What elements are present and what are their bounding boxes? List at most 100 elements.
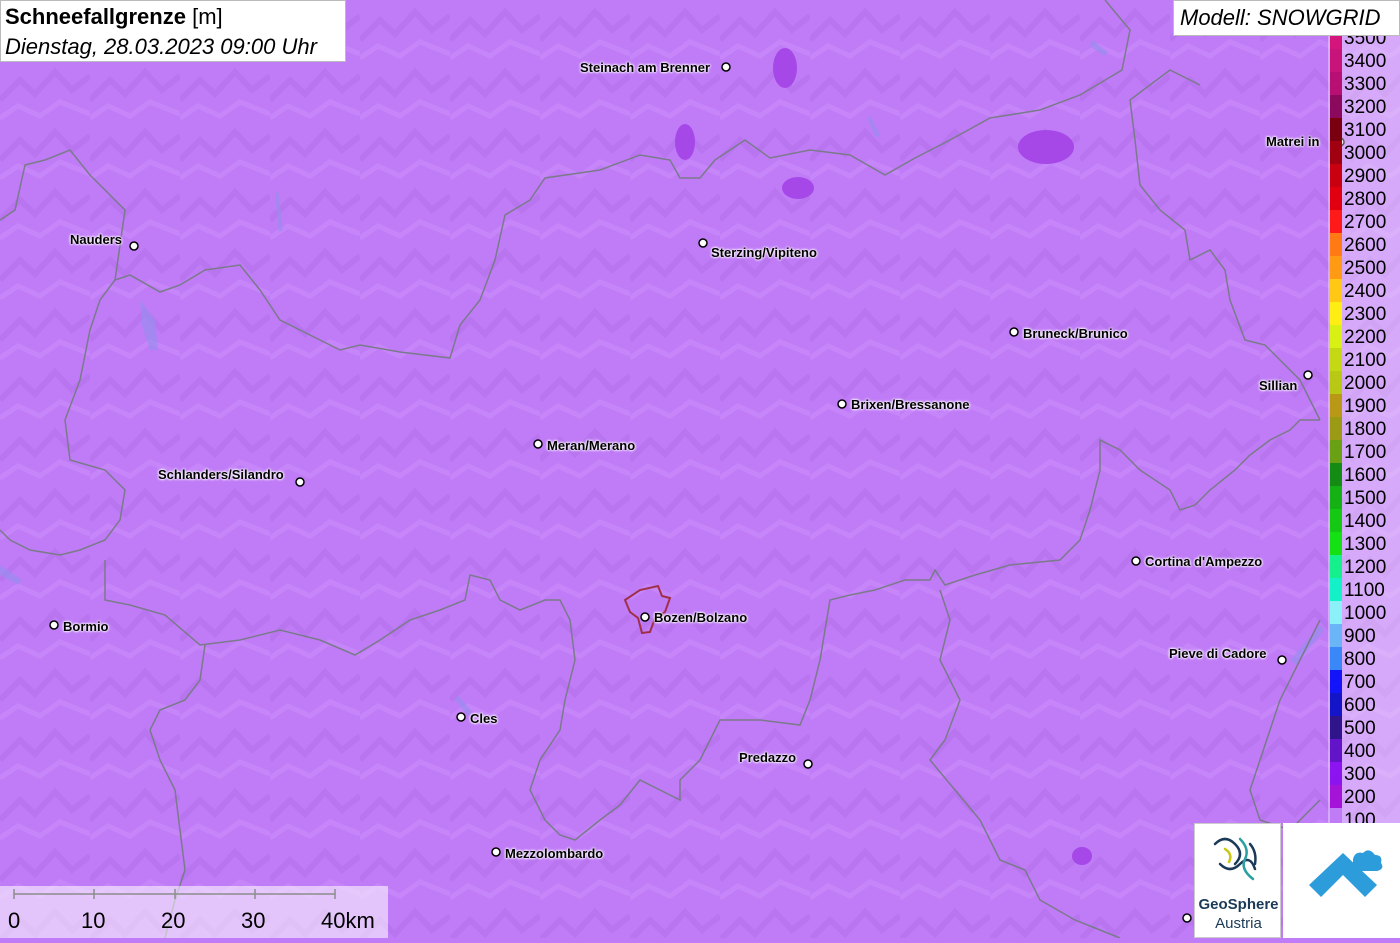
- legend-label: 2100: [1344, 350, 1387, 371]
- city-marker[interactable]: [533, 439, 543, 449]
- city-marker[interactable]: [640, 612, 650, 622]
- legend-label: 3100: [1344, 120, 1387, 141]
- legend-row: 3500: [1328, 36, 1400, 49]
- legend-label: 1700: [1344, 442, 1387, 463]
- legend-swatch: [1330, 739, 1342, 762]
- city-label[interactable]: Schlanders/Silandro: [158, 467, 284, 482]
- blob: [1072, 847, 1092, 865]
- legend-row: 1600: [1328, 463, 1400, 486]
- city-label[interactable]: Pieve di Cadore: [1169, 646, 1267, 661]
- legend-row: 2900: [1328, 164, 1400, 187]
- city-marker[interactable]: [698, 238, 708, 248]
- legend-label: 2700: [1344, 212, 1387, 233]
- city-marker[interactable]: [456, 712, 466, 722]
- legend-swatch: [1330, 210, 1342, 233]
- city-label[interactable]: Mezzolombardo: [505, 846, 603, 861]
- legend-row: 2000: [1328, 371, 1400, 394]
- legend-label: 3400: [1344, 51, 1387, 72]
- legend-label: 1400: [1344, 511, 1387, 532]
- city-marker[interactable]: [1131, 556, 1141, 566]
- legend-swatch: [1330, 72, 1342, 95]
- model-box: Modell: SNOWGRID: [1173, 0, 1400, 36]
- city-marker[interactable]: [803, 759, 813, 769]
- legend-row: 2800: [1328, 187, 1400, 210]
- city-label[interactable]: Sterzing/Vipiteno: [711, 245, 817, 260]
- legend-row: 700: [1328, 670, 1400, 693]
- legend-label: 1200: [1344, 557, 1387, 578]
- legend-row: 2600: [1328, 233, 1400, 256]
- legend-label: 100: [1344, 810, 1376, 824]
- map-title-box: Schneefallgrenze [m] Dienstag, 28.03.202…: [0, 0, 346, 62]
- city-label[interactable]: Cles: [470, 711, 497, 726]
- legend-label: 200: [1344, 787, 1376, 808]
- legend-row: 1700: [1328, 440, 1400, 463]
- legend-label: 400: [1344, 741, 1376, 762]
- legend-row: 3000: [1328, 141, 1400, 164]
- city-label[interactable]: Sillian: [1259, 378, 1297, 393]
- legend-swatch: [1330, 187, 1342, 210]
- city-label[interactable]: Meran/Merano: [547, 438, 635, 453]
- legend-swatch: [1330, 233, 1342, 256]
- legend-swatch: [1330, 670, 1342, 693]
- legend-label: 1900: [1344, 396, 1387, 417]
- legend-label: 1500: [1344, 488, 1387, 509]
- legend-row: 1300: [1328, 532, 1400, 555]
- legend-swatch: [1330, 463, 1342, 486]
- city-label[interactable]: Bruneck/Brunico: [1023, 326, 1128, 341]
- legend-row: 1400: [1328, 509, 1400, 532]
- legend-row: 2500: [1328, 256, 1400, 279]
- city-marker[interactable]: [721, 62, 731, 72]
- city-label[interactable]: Matrei in: [1266, 134, 1319, 149]
- legend-label: 2500: [1344, 258, 1387, 279]
- legend-label: 700: [1344, 672, 1376, 693]
- city-marker[interactable]: [837, 399, 847, 409]
- legend-row: 2300: [1328, 302, 1400, 325]
- legend-label: 1800: [1344, 419, 1387, 440]
- forecast-datetime: Dienstag, 28.03.2023 09:00 Uhr: [5, 34, 317, 59]
- legend-swatch: [1330, 624, 1342, 647]
- city-label[interactable]: Bormio: [63, 619, 109, 634]
- legend-swatch: [1330, 785, 1342, 808]
- blue-arrow-cloud-icon: [1309, 850, 1383, 897]
- model-label: Modell: SNOWGRID: [1180, 5, 1381, 30]
- geosphere-name: GeoSphere: [1198, 896, 1279, 913]
- city-marker[interactable]: [49, 620, 59, 630]
- city-marker[interactable]: [491, 847, 501, 857]
- legend-swatch: [1330, 118, 1342, 141]
- scale-label-40km: 40km: [321, 908, 375, 933]
- geosphere-logo[interactable]: GeoSphere Austria: [1194, 823, 1281, 938]
- city-marker[interactable]: [295, 477, 305, 487]
- legend-label: 2900: [1344, 166, 1387, 187]
- city-label[interactable]: Brixen/Bressanone: [851, 397, 970, 412]
- city-marker[interactable]: [1303, 370, 1313, 380]
- scale-label-10: 10: [81, 908, 106, 933]
- city-label[interactable]: Cortina d'Ampezzo: [1145, 554, 1262, 569]
- legend-row: 2200: [1328, 325, 1400, 348]
- legend-row: 3400: [1328, 49, 1400, 72]
- city-label[interactable]: Steinach am Brenner: [580, 60, 710, 75]
- legend-label: 1000: [1344, 603, 1387, 624]
- blob: [773, 48, 797, 88]
- legend-swatch: [1330, 716, 1342, 739]
- legend-label: 2200: [1344, 327, 1387, 348]
- legend-row: 1000: [1328, 601, 1400, 624]
- city-label[interactable]: Nauders: [70, 232, 122, 247]
- legend-swatch: [1330, 141, 1342, 164]
- scale-label-20: 20: [161, 908, 186, 933]
- blob: [675, 124, 695, 160]
- app-logo[interactable]: [1283, 823, 1400, 938]
- city-marker[interactable]: [129, 241, 139, 251]
- legend-swatch: [1330, 440, 1342, 463]
- city-label[interactable]: Bozen/Bolzano: [654, 610, 747, 625]
- city-label[interactable]: Predazzo: [739, 750, 796, 765]
- legend-swatch: [1330, 95, 1342, 118]
- legend-label: 2800: [1344, 189, 1387, 210]
- legend-swatch: [1330, 762, 1342, 785]
- scale-label-30: 30: [241, 908, 266, 933]
- legend-swatch: [1330, 486, 1342, 509]
- scale-label-0: 0: [8, 908, 21, 933]
- legend-row: 1500: [1328, 486, 1400, 509]
- city-marker[interactable]: [1277, 655, 1287, 665]
- city-marker[interactable]: [1009, 327, 1019, 337]
- city-marker[interactable]: [1182, 913, 1192, 923]
